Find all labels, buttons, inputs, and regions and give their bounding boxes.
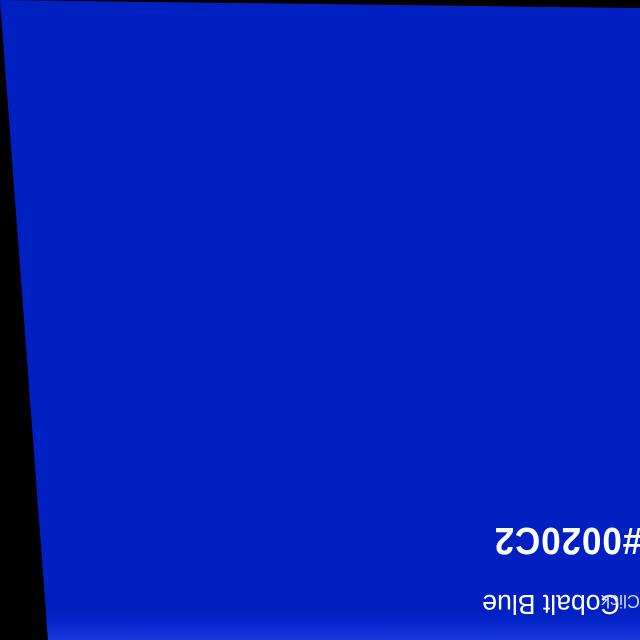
viewport: Cobalt Blue #0020C2 Click (0, 0, 640, 640)
rotated-content: Cobalt Blue #0020C2 Click (0, 0, 640, 640)
click-hint-label: Click (601, 591, 640, 611)
color-name-label: Cobalt Blue (482, 589, 620, 620)
color-hex-value: #0020C2 (494, 519, 640, 561)
color-swatch-screen[interactable]: Cobalt Blue #0020C2 Click (0, 0, 640, 640)
